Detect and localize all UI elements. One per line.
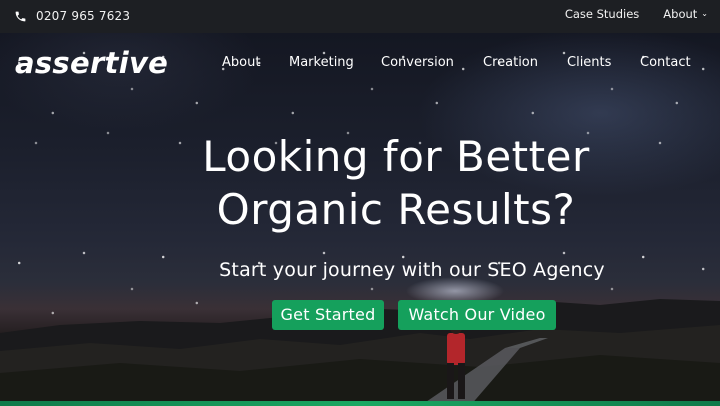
phone-link[interactable]: 0207 965 7623 <box>14 9 130 23</box>
hero-headline: Looking for Better Organic Results? <box>112 130 680 236</box>
about-dropdown-label: About <box>663 7 698 21</box>
nav-marketing[interactable]: Marketing <box>289 55 354 70</box>
main-nav: About Marketing Conversion Creation Clie… <box>0 55 720 75</box>
top-links: Case Studies About ⌄ <box>541 7 708 21</box>
hero-section: assertive About Marketing Conversion Cre… <box>0 33 720 406</box>
watch-video-button[interactable]: Watch Our Video <box>398 300 556 330</box>
about-dropdown[interactable]: About ⌄ <box>663 7 708 21</box>
phone-icon <box>15 11 26 21</box>
get-started-button[interactable]: Get Started <box>272 300 384 330</box>
chevron-down-icon: ⌄ <box>701 8 708 18</box>
phone-number: 0207 965 7623 <box>36 9 131 23</box>
case-studies-link[interactable]: Case Studies <box>565 7 639 21</box>
nav-creation[interactable]: Creation <box>483 55 538 70</box>
nav-clients[interactable]: Clients <box>567 55 611 70</box>
bottom-accent-band <box>0 401 720 406</box>
top-bar: 0207 965 7623 Case Studies About ⌄ <box>0 0 720 33</box>
hero-subheadline: Start your journey with our SEO Agency <box>219 259 605 281</box>
headline-line-1: Looking for Better <box>202 132 590 181</box>
nav-conversion[interactable]: Conversion <box>381 55 454 70</box>
nav-contact[interactable]: Contact <box>640 55 691 70</box>
headline-line-2: Organic Results? <box>216 185 576 234</box>
nav-about[interactable]: About <box>222 55 260 70</box>
